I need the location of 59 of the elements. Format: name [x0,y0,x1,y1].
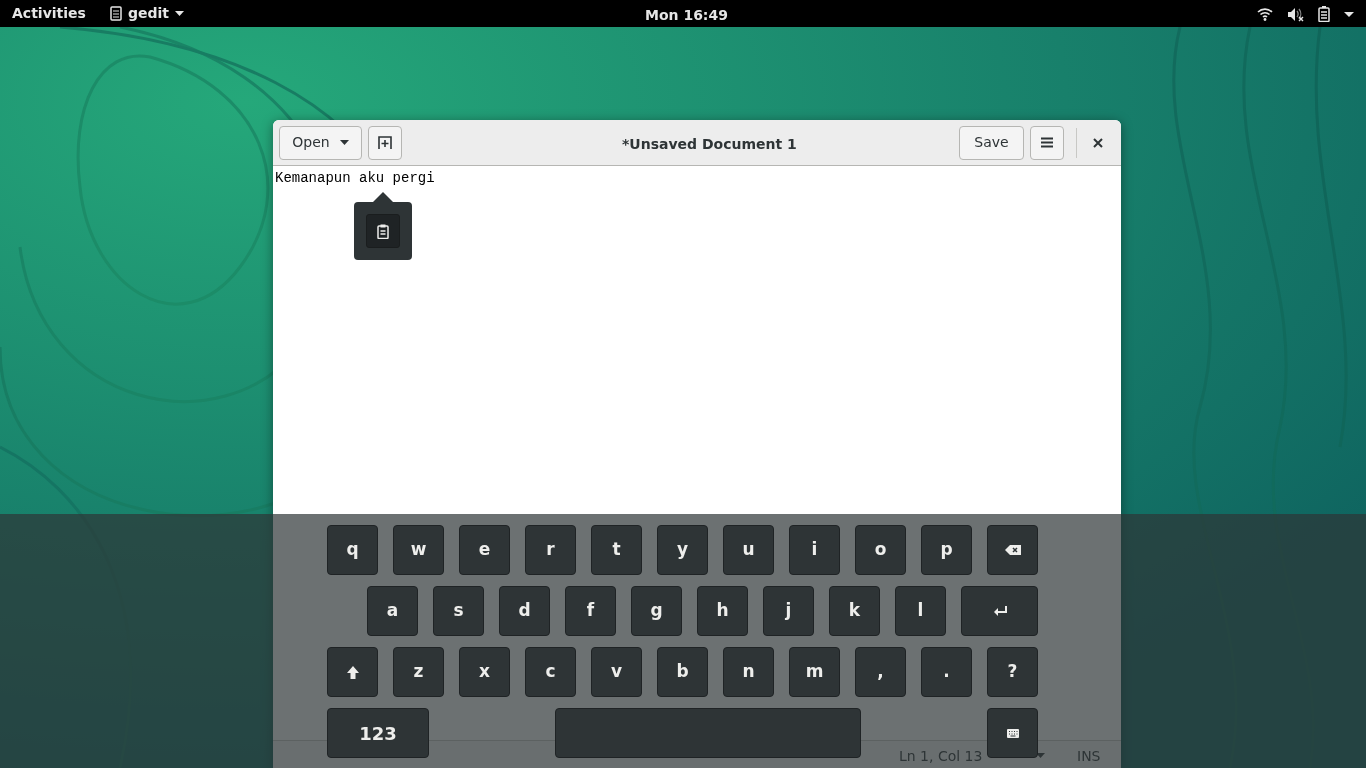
menu-icon [1041,137,1053,148]
open-button[interactable]: Open [279,125,362,160]
document-text[interactable]: Kemanapun aku pergi [275,168,435,189]
key[interactable]: p [921,525,972,575]
key[interactable]: x [459,647,510,697]
key[interactable]: y [657,525,708,575]
key[interactable]: g [631,586,682,636]
save-button[interactable]: Save [959,125,1024,160]
key[interactable]: k [829,586,880,636]
notepad-icon [109,6,122,21]
paste-button[interactable] [366,214,400,248]
caret-icon [1344,11,1354,17]
key[interactable]: b [657,647,708,697]
backspace-key[interactable] [987,525,1038,575]
wifi-icon [1257,7,1273,21]
key[interactable]: a [367,586,418,636]
key[interactable]: i [789,525,840,575]
key[interactable]: z [393,647,444,697]
key[interactable]: , [855,647,906,697]
key[interactable]: w [393,525,444,575]
hide-keyboard-key[interactable] [987,708,1038,758]
keyboard-icon [1006,728,1019,738]
muted-volume-icon [1287,6,1304,22]
key[interactable]: n [723,647,774,697]
caret-icon [339,140,349,145]
app-menu[interactable]: gedit [109,3,184,24]
key[interactable]: d [499,586,550,636]
key[interactable]: j [763,586,814,636]
clipboard-icon [377,223,389,239]
new-tab-button[interactable] [368,125,402,160]
key[interactable]: o [855,525,906,575]
activities-button[interactable]: Activities [12,3,86,24]
key[interactable]: h [697,586,748,636]
clock[interactable]: Mon 16:49 [645,5,728,26]
key[interactable]: t [591,525,642,575]
key[interactable]: ? [987,647,1038,697]
new-document-icon [378,135,392,150]
key[interactable]: l [895,586,946,636]
key[interactable]: s [433,586,484,636]
key[interactable]: e [459,525,510,575]
key[interactable]: v [591,647,642,697]
key[interactable]: r [525,525,576,575]
key[interactable]: q [327,525,378,575]
shift-key[interactable] [327,647,378,697]
insert-mode: INS [1077,747,1101,766]
numbers-key[interactable]: 123 [327,708,429,758]
key[interactable]: u [723,525,774,575]
enter-arrow-icon [992,605,1007,617]
key[interactable]: c [525,647,576,697]
close-icon [1093,137,1103,148]
window-title: *Unsaved Document 1 [622,135,797,154]
caret-icon [174,11,184,16]
key[interactable]: . [921,647,972,697]
backspace-icon [1004,544,1021,556]
key[interactable]: f [565,586,616,636]
key[interactable]: m [789,647,840,697]
menu-button[interactable] [1030,125,1064,160]
battery-icon [1318,6,1330,22]
up-arrow-icon [346,665,359,679]
